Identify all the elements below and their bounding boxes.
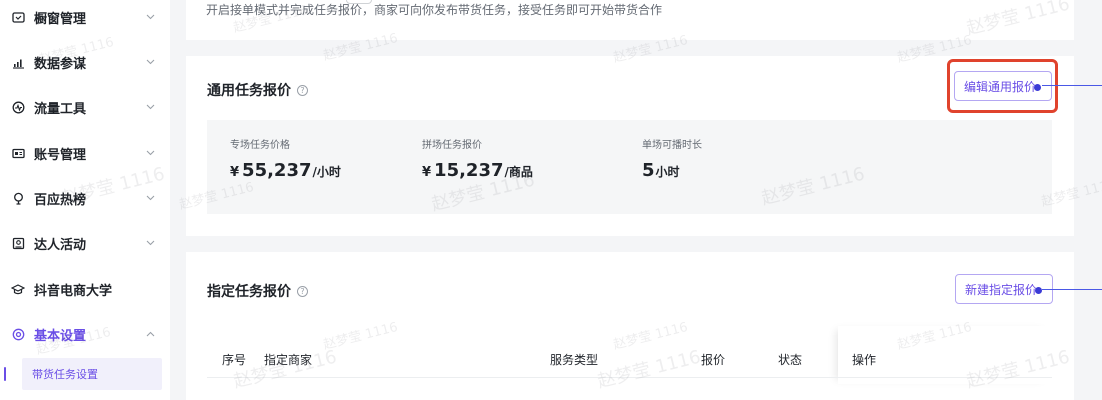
sidebar-item-label: 百应热榜 [34, 192, 87, 208]
graduation-cap-icon [11, 282, 25, 296]
new-designated-quote-button[interactable]: 新建指定报价 [955, 274, 1053, 304]
new-designated-quote-label: 新建指定报价 [965, 282, 1038, 297]
general-quote-card: 通用任务报价 ? 编辑通用报价 专场任务价格 ¥ 55,237 /小时 拼场任务… [186, 56, 1102, 236]
marker-dot-icon [1035, 287, 1042, 294]
marker-dot-icon [1034, 84, 1041, 91]
chevron-down-icon [145, 193, 155, 203]
sidebar-item-label: 抖音电商大学 [34, 283, 113, 299]
price-value: 5 小时 [642, 160, 702, 181]
chevron-down-icon [145, 102, 155, 112]
sidebar-item-label: 达人活动 [34, 237, 87, 253]
sidebar-item-influencer-activities[interactable]: 达人活动 [0, 226, 170, 260]
sidebar: 橱窗管理 数据参谋 流量工具 账号管理 百应热榜 达人活动 抖音电商大学 基本设… [0, 0, 170, 400]
sidebar-item-window-management[interactable]: 橱窗管理 [0, 0, 170, 34]
chevron-down-icon [145, 238, 155, 248]
price-item-shared: 拼场任务报价 ¥ 15,237 /商品 [422, 136, 533, 181]
currency-symbol: ¥ [422, 165, 432, 180]
edit-general-quote-button[interactable]: 编辑通用报价 [954, 71, 1052, 101]
storefront-icon [11, 10, 25, 24]
section-title-text: 指定任务报价 [207, 284, 291, 300]
price-label: 单场可播时长 [642, 140, 702, 151]
price-value: ¥ 55,237 /小时 [230, 160, 341, 181]
column-header-price: 报价 [701, 353, 726, 367]
sidebar-item-label: 账号管理 [34, 147, 87, 163]
traffic-icon [11, 100, 25, 114]
intro-section: 开启接单模式并完成任务报价，商家可向你发布带货任务，接受任务即可开始带货合作 [186, 0, 1074, 40]
active-indicator [4, 367, 6, 381]
bar-chart-icon [11, 55, 25, 69]
sidebar-subitem-label: 带货任务设置 [32, 368, 98, 381]
sidebar-item-traffic-tools[interactable]: 流量工具 [0, 90, 170, 124]
sidebar-item-label: 橱窗管理 [34, 11, 87, 27]
sidebar-item-basic-settings[interactable]: 基本设置 [0, 317, 170, 351]
annotation-leader-line [1042, 289, 1102, 290]
column-header-index: 序号 [222, 353, 247, 367]
chevron-down-icon [145, 57, 155, 67]
id-card-icon [11, 146, 25, 160]
price-item-duration: 单场可播时长 5 小时 [642, 136, 702, 181]
price-item-dedicated: 专场任务价格 ¥ 55,237 /小时 [230, 136, 341, 181]
currency-symbol: ¥ [230, 165, 240, 180]
price-number: 55,237 [242, 160, 312, 181]
help-icon[interactable]: ? [297, 84, 308, 96]
column-header-service-type: 服务类型 [550, 353, 599, 367]
price-value: ¥ 15,237 /商品 [422, 160, 533, 181]
column-header-status: 状态 [778, 353, 803, 367]
chevron-up-icon [145, 329, 155, 339]
settings-icon [11, 327, 25, 341]
column-header-merchant: 指定商家 [264, 353, 313, 367]
column-header-actions: 操作 [852, 353, 877, 367]
price-unit: 小时 [655, 165, 680, 179]
activity-icon [11, 236, 25, 250]
section-title: 指定任务报价 ? [207, 281, 308, 301]
sidebar-item-label: 基本设置 [34, 328, 87, 344]
bulb-icon [11, 191, 25, 205]
price-label: 拼场任务报价 [422, 140, 482, 151]
help-icon[interactable]: ? [297, 285, 308, 297]
chevron-down-icon [145, 12, 155, 22]
sidebar-item-label: 数据参谋 [34, 56, 87, 72]
price-unit: /商品 [504, 165, 533, 179]
chevron-down-icon [145, 148, 155, 158]
price-panel: 专场任务价格 ¥ 55,237 /小时 拼场任务报价 ¥ 15,237 /商品 … [207, 120, 1052, 214]
table-header: 序号 指定商家 服务类型 报价 状态 操作 [207, 340, 1052, 378]
intro-text: 开启接单模式并完成任务报价，商家可向你发布带货任务，接受任务即可开始带货合作 [206, 3, 663, 17]
price-number: 15,237 [434, 160, 504, 181]
designated-quote-card: 指定任务报价 ? 新建指定报价 序号 指定商家 服务类型 报价 状态 操作 [186, 252, 1102, 400]
sidebar-item-data-advisor[interactable]: 数据参谋 [0, 45, 170, 79]
section-title-text: 通用任务报价 [207, 83, 291, 99]
sidebar-item-ecommerce-university[interactable]: 抖音电商大学 [0, 272, 170, 306]
price-number: 5 [642, 160, 655, 181]
annotation-leader-line [1042, 85, 1102, 86]
edit-general-quote-label: 编辑通用报价 [964, 79, 1037, 94]
sidebar-item-hot-list[interactable]: 百应热榜 [0, 181, 170, 215]
sidebar-item-label: 流量工具 [34, 101, 87, 117]
price-label: 专场任务价格 [230, 140, 290, 151]
price-unit: /小时 [312, 165, 341, 179]
sidebar-subitem-task-settings[interactable]: 带货任务设置 [22, 358, 162, 390]
sidebar-item-account-management[interactable]: 账号管理 [0, 136, 170, 170]
section-title: 通用任务报价 ? [207, 80, 308, 100]
